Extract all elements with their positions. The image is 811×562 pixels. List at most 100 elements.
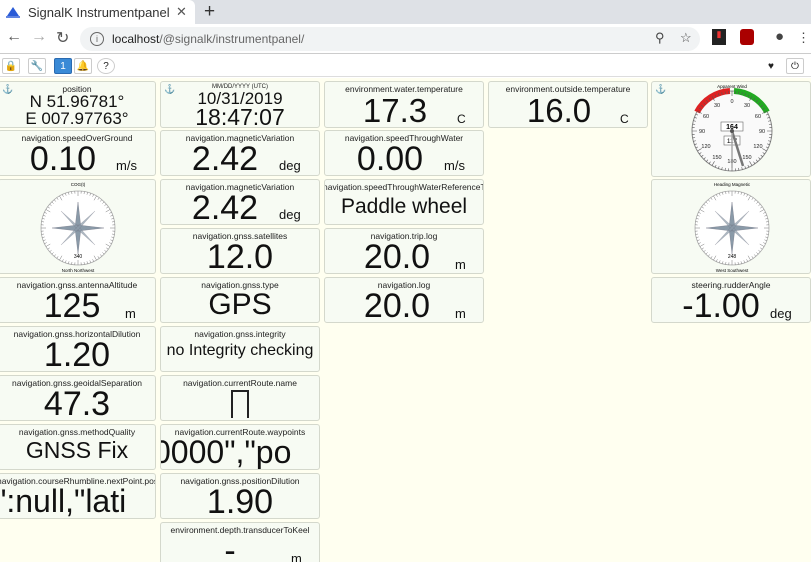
widget-label: navigation.currentRoute.name <box>183 378 297 388</box>
bookmark-star-icon[interactable]: ☆ <box>680 30 692 46</box>
widget-rudder-angle[interactable]: steering.rudderAngle -1.00 deg <box>651 277 811 323</box>
widget-apparent-wind[interactable]: ⚓ Apparent Wind 030609012015018015012090… <box>651 81 811 177</box>
widget-magnetic-variation-2[interactable]: navigation.magneticVariation 2.42 deg <box>160 179 320 225</box>
pin-icon: ⚓ <box>655 84 667 94</box>
widget-stw-reference-type[interactable]: navigation.speedThroughWaterReferenceTyp… <box>324 179 484 225</box>
widget-heading-compass[interactable]: Heading Magnetic 248 West Southwest <box>651 179 811 274</box>
wind-tick-label: 0 <box>730 99 733 105</box>
menu-icon[interactable]: ⋮ <box>797 30 810 46</box>
wind-tick-label: 90 <box>699 129 705 135</box>
widget-gnss-integrity[interactable]: navigation.gnss.integrity no Integrity c… <box>160 326 320 372</box>
widget-value: ":null,"lati <box>0 483 127 519</box>
help-icon[interactable]: ? <box>97 58 115 74</box>
widget-unit: m <box>125 306 136 321</box>
heart-icon[interactable]: ♥ <box>762 58 780 74</box>
tab-title: SignalK Instrumentpanel <box>28 4 170 20</box>
position-lon: E 007.97763° <box>25 109 129 128</box>
widget-gnss-type[interactable]: navigation.gnss.type GPS <box>160 277 320 323</box>
signalk-favicon-icon <box>6 5 20 19</box>
widget-trip-log[interactable]: navigation.trip.log 20.0 m <box>324 228 484 274</box>
widget-unit: deg <box>279 158 301 173</box>
widget-rhumbline-next-point[interactable]: navigation.courseRhumbline.nextPoint.pos… <box>0 473 156 519</box>
widget-label: navigation.gnss.methodQuality <box>18 427 136 437</box>
widget-unit: m <box>455 306 466 321</box>
widget-geoidal-separation[interactable]: navigation.gnss.geoidalSeparation 47.3 <box>0 375 156 421</box>
widget-value: 1.90 <box>206 483 274 519</box>
widget-outside-temperature[interactable]: environment.outside.temperature 16.0 C <box>488 81 648 128</box>
widget-cog-compass[interactable]: COG(t) 340 North Northwest <box>0 179 156 274</box>
cog-compass: COG(t) 340 North Northwest <box>40 182 116 273</box>
wind-title: Apparent Wind <box>717 84 747 89</box>
widget-unit: deg <box>279 207 301 222</box>
app-toolbar: 🔒 🔧 1 🔔 ? ♥ ⏻ <box>0 55 811 77</box>
new-tab-button[interactable]: + <box>204 1 215 23</box>
widget-unit: C <box>620 112 629 126</box>
widget-unit: deg <box>770 306 792 321</box>
wind-tick-label: 30 <box>744 103 750 109</box>
widget-route-waypoints[interactable]: navigation.currentRoute.waypoints 0000",… <box>160 424 320 470</box>
heading-compass: Heading Magnetic 248 West Southwest <box>694 182 770 273</box>
wind-tick-label: 60 <box>703 114 709 120</box>
url-host: localhost <box>112 32 160 46</box>
widget-unit: m/s <box>116 158 137 173</box>
compass-top-label: COG(t) <box>71 182 86 187</box>
address-bar[interactable]: i localhost/@signalk/instrumentpanel/ <box>80 27 700 51</box>
widget-position-dilution[interactable]: navigation.gnss.positionDilution 1.90 <box>160 473 320 519</box>
widget-unit: m <box>455 257 466 272</box>
page-1-button[interactable]: 1 <box>54 58 72 74</box>
widget-unit: m <box>291 551 302 562</box>
widget-value: 47.3 <box>43 385 111 421</box>
widget-water-temperature[interactable]: environment.water.temperature 17.3 C <box>324 81 484 128</box>
widget-gnss-satellites[interactable]: navigation.gnss.satellites 12.0 <box>160 228 320 274</box>
close-tab-icon[interactable]: ✕ <box>176 4 187 20</box>
widget-datetime[interactable]: ⚓ MM/DD/YYYY (UTC) 10/31/2019 18:47:07 <box>160 81 320 128</box>
zoom-icon[interactable]: ⚲ <box>655 30 665 46</box>
address-toolbar: ← → ↻ i localhost/@signalk/instrumentpan… <box>0 24 811 54</box>
browser-tab[interactable]: SignalK Instrumentpanel ✕ <box>0 0 195 24</box>
back-icon[interactable]: ← <box>6 28 22 46</box>
ublock-icon[interactable] <box>740 29 754 45</box>
wrench-icon[interactable]: 🔧 <box>28 58 46 74</box>
compass-bottom-label: West Southwest <box>716 268 749 273</box>
wind-gauge: Apparent Wind 03060901201501801501209060… <box>691 84 773 172</box>
widget-unit: C <box>457 112 466 126</box>
widget-value: GNSS Fix <box>25 437 129 463</box>
extension-icon[interactable]: ▮ <box>712 29 726 45</box>
widget-method-quality[interactable]: navigation.gnss.methodQuality GNSS Fix <box>0 424 156 470</box>
forward-icon[interactable]: → <box>31 28 47 46</box>
widget-depth-transducer[interactable]: environment.depth.transducerToKeel - m <box>160 522 320 562</box>
widget-unit: m/s <box>444 158 465 173</box>
wind-tick-label: 90 <box>759 129 765 135</box>
compass-value: 340 <box>74 254 83 260</box>
widget-value: 1.20 <box>43 336 111 372</box>
widget-current-route-name[interactable]: navigation.currentRoute.name <box>160 375 320 421</box>
wind-tick-label: 120 <box>753 144 762 150</box>
widget-speed-through-water[interactable]: navigation.speedThroughWater 0.00 m/s <box>324 130 484 176</box>
widget-magnetic-variation[interactable]: navigation.magneticVariation 2.42 deg <box>160 130 320 176</box>
widget-log[interactable]: navigation.log 20.0 m <box>324 277 484 323</box>
time-value: 18:47:07 <box>195 104 285 128</box>
empty-value-glyph <box>231 390 249 418</box>
widget-value: GPS <box>208 288 272 321</box>
browser-tab-bar: SignalK Instrumentpanel ✕ + <box>0 0 811 24</box>
wind-tick-label: 150 <box>742 155 751 161</box>
widget-value: 12.0 <box>206 238 274 274</box>
widget-value: 0000","po <box>160 434 292 470</box>
instrument-panel: ⚓ position N 51.96781° E 007.97763° ⚓ MM… <box>0 78 811 562</box>
bell-icon[interactable]: 🔔 <box>74 58 92 74</box>
widget-horizontal-dilution[interactable]: navigation.gnss.horizontalDilution 1.20 <box>0 326 156 372</box>
wind-tick-label: 120 <box>701 144 710 150</box>
widget-label: navigation.speedThroughWaterReferenceTyp… <box>324 182 484 192</box>
widget-label: navigation.gnss.integrity <box>194 329 286 339</box>
profile-icon[interactable]: ● <box>775 28 784 45</box>
widget-position[interactable]: ⚓ position N 51.96781° E 007.97763° <box>0 81 156 128</box>
widget-value: no Integrity checking <box>166 342 314 359</box>
wind-tick-label: 150 <box>712 155 721 161</box>
widget-speed-over-ground[interactable]: navigation.speedOverGround 0.10 m/s <box>0 130 156 176</box>
reload-icon[interactable]: ↻ <box>56 28 69 48</box>
widget-value: Paddle wheel <box>340 195 468 218</box>
power-icon[interactable]: ⏻ <box>786 58 804 74</box>
info-icon[interactable]: i <box>90 32 104 46</box>
lock-icon[interactable]: 🔒 <box>2 58 20 74</box>
widget-antenna-altitude[interactable]: navigation.gnss.antennaAltitude 125 m <box>0 277 156 323</box>
